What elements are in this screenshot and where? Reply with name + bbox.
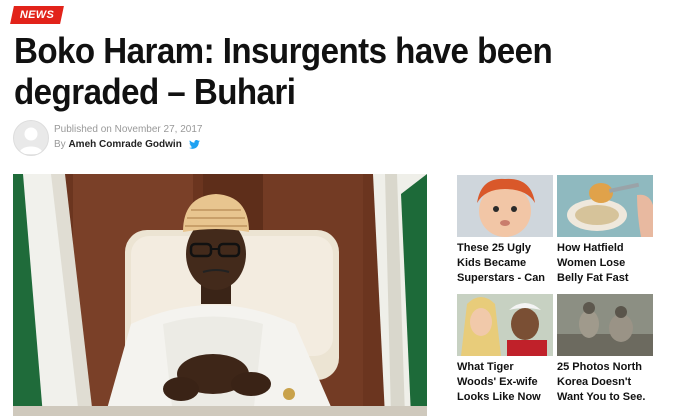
- author-avatar[interactable]: [13, 120, 49, 156]
- ad-caption-line: Korea Doesn't: [557, 376, 632, 388]
- news-badge-label: NEWS: [19, 9, 55, 21]
- published-prefix: Published on: [54, 124, 112, 135]
- ad-caption-line: 25 Photos North: [557, 361, 642, 373]
- ad-caption-line: These 25 Ugly: [457, 242, 531, 254]
- ad-thumbnail[interactable]: [557, 294, 653, 356]
- ad-caption-line: Kids Became: [457, 257, 527, 269]
- ad-caption-line: What Tiger: [457, 361, 514, 373]
- ad-caption-line: Women Lose: [557, 257, 626, 269]
- ad-thumbnail[interactable]: [457, 294, 553, 356]
- ad-card[interactable]: 25 Photos North Korea Doesn't Want You t…: [557, 294, 653, 405]
- ad-caption[interactable]: These 25 Ugly Kids Became Superstars - C…: [457, 241, 553, 286]
- ad-caption-line: Looks Like Now: [457, 391, 541, 403]
- by-prefix: By: [54, 139, 66, 150]
- ad-card[interactable]: These 25 Ugly Kids Became Superstars - C…: [457, 175, 553, 286]
- hero-image[interactable]: [13, 174, 427, 416]
- ad-caption-line: Superstars - Can: [457, 272, 546, 284]
- ad-thumbnail[interactable]: [557, 175, 653, 237]
- ad-caption[interactable]: 25 Photos North Korea Doesn't Want You t…: [557, 360, 653, 405]
- twitter-icon[interactable]: [188, 140, 200, 152]
- user-icon: [19, 127, 43, 154]
- ad-caption-line: Want You to See.: [557, 391, 646, 403]
- ad-caption-line: Belly Fat Fast: [557, 272, 629, 284]
- ad-card[interactable]: How Hatfield Women Lose Belly Fat Fast: [557, 175, 653, 286]
- published-date: November 27, 2017: [114, 124, 203, 135]
- ad-thumbnail[interactable]: [457, 175, 553, 237]
- news-badge[interactable]: NEWS: [10, 6, 64, 24]
- ad-caption[interactable]: What Tiger Woods' Ex-wife Looks Like Now: [457, 360, 553, 405]
- ad-caption-line: How Hatfield: [557, 242, 624, 254]
- article-title: Boko Haram: Insurgents have been degrade…: [14, 30, 553, 112]
- ad-caption[interactable]: How Hatfield Women Lose Belly Fat Fast: [557, 241, 653, 286]
- author-link[interactable]: Ameh Comrade Godwin: [68, 139, 181, 150]
- byline: By Ameh Comrade Godwin: [54, 139, 200, 152]
- ad-card[interactable]: What Tiger Woods' Ex-wife Looks Like Now: [457, 294, 553, 405]
- publish-info: Published on November 27, 2017: [54, 124, 202, 135]
- ad-caption-line: Woods' Ex-wife: [457, 376, 538, 388]
